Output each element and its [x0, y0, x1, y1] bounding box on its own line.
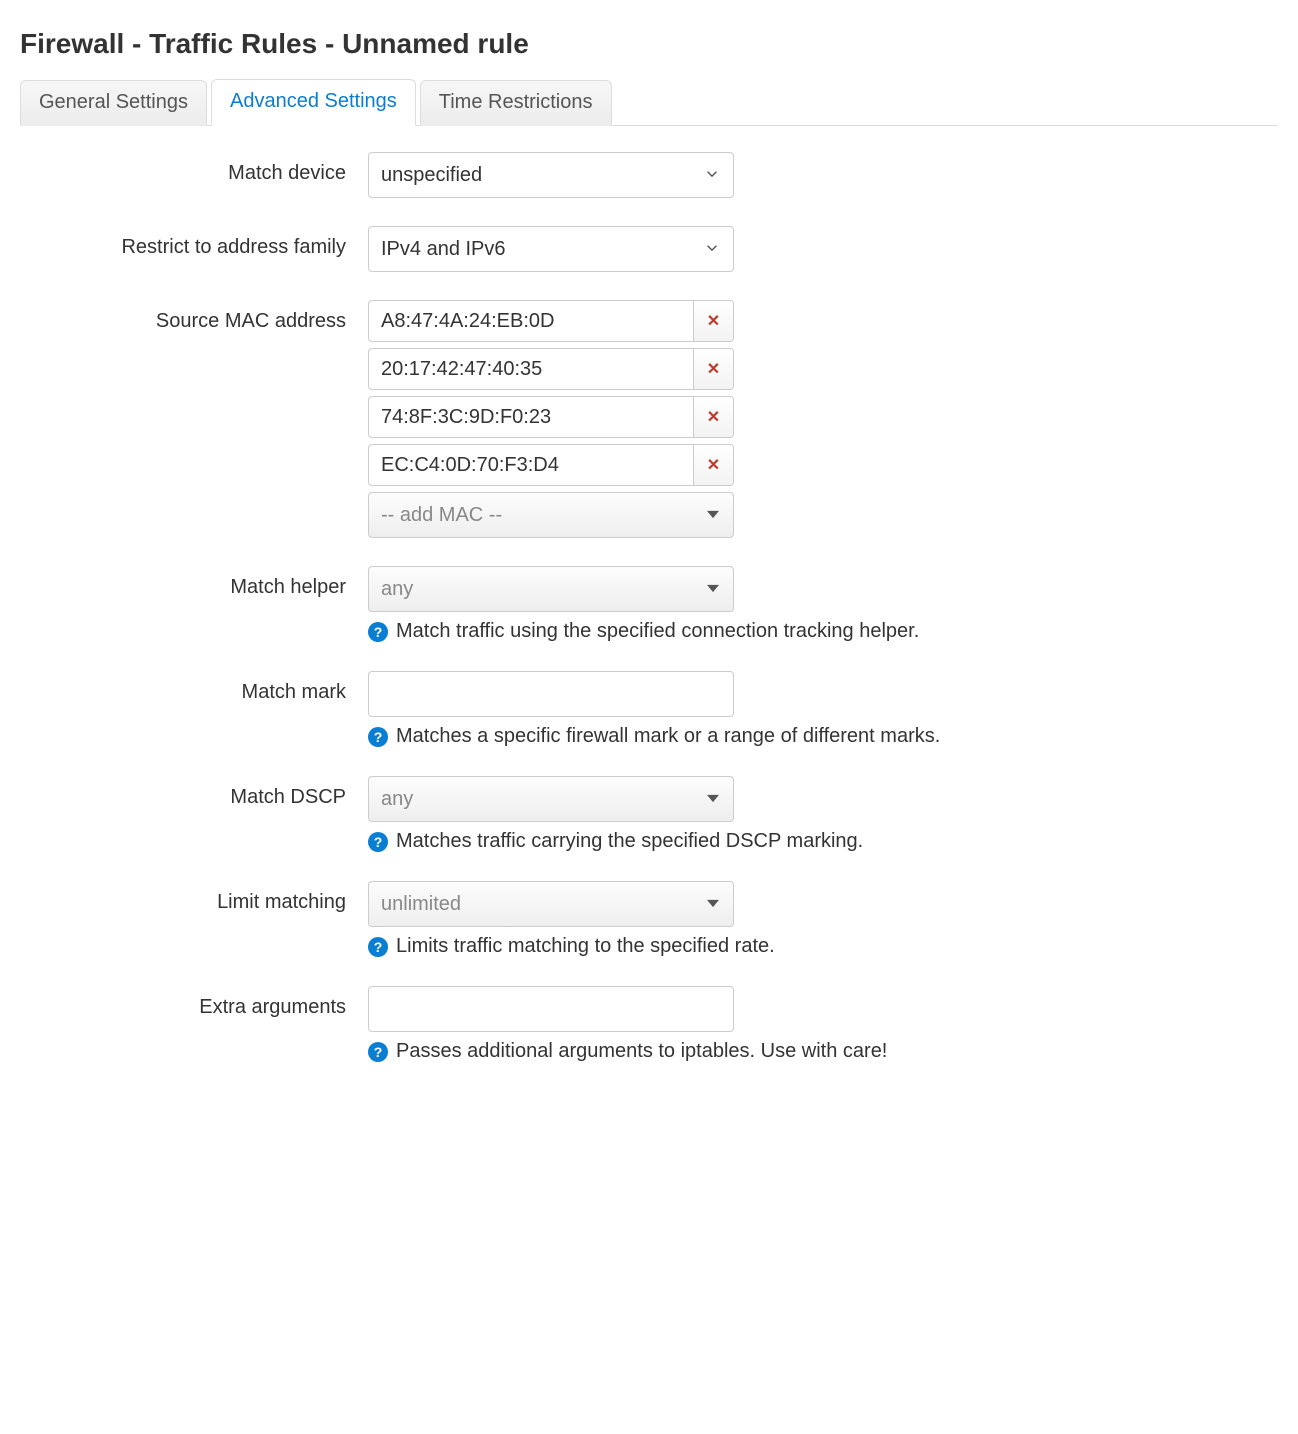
address-family-label: Restrict to address family — [20, 226, 368, 259]
extra-arguments-input[interactable] — [368, 986, 734, 1032]
add-mac-combobox[interactable]: -- add MAC -- — [368, 492, 734, 538]
mac-item-input[interactable]: EC:C4:0D:70:F3:D4 — [369, 445, 693, 485]
tabs: General Settings Advanced Settings Time … — [20, 78, 1278, 126]
match-mark-hint: ? Matches a specific firewall mark or a … — [368, 725, 1278, 748]
extra-arguments-hint: ? Passes additional arguments to iptable… — [368, 1040, 1278, 1063]
chevron-down-icon — [705, 164, 719, 187]
help-icon: ? — [368, 832, 388, 852]
close-icon: ✕ — [707, 455, 720, 475]
close-icon: ✕ — [707, 407, 720, 427]
match-dscp-hint: ? Matches traffic carrying the specified… — [368, 830, 1278, 853]
remove-mac-button[interactable]: ✕ — [693, 397, 733, 437]
caret-down-icon — [707, 788, 719, 811]
caret-down-icon — [707, 578, 719, 601]
source-mac-list: A8:47:4A:24:EB:0D✕20:17:42:47:40:35✕74:8… — [368, 300, 1278, 538]
close-icon: ✕ — [707, 311, 720, 331]
match-helper-value: any — [381, 578, 413, 601]
mac-item: EC:C4:0D:70:F3:D4 ✕ — [368, 444, 734, 486]
help-icon: ? — [368, 727, 388, 747]
match-dscp-label: Match DSCP — [20, 776, 368, 809]
address-family-select[interactable]: IPv4 and IPv6 — [368, 226, 734, 272]
match-device-label: Match device — [20, 152, 368, 185]
match-helper-select[interactable]: any — [368, 566, 734, 612]
help-icon: ? — [368, 1042, 388, 1062]
match-dscp-select[interactable]: any — [368, 776, 734, 822]
form: Match device unspecified Restrict to add… — [20, 126, 1278, 1063]
mac-item-input[interactable]: 74:8F:3C:9D:F0:23 — [369, 397, 693, 437]
caret-down-icon — [707, 893, 719, 916]
remove-mac-button[interactable]: ✕ — [693, 301, 733, 341]
mac-item: 20:17:42:47:40:35 ✕ — [368, 348, 734, 390]
mac-item: 74:8F:3C:9D:F0:23 ✕ — [368, 396, 734, 438]
tab-time-restrictions[interactable]: Time Restrictions — [420, 80, 612, 126]
add-mac-placeholder: -- add MAC -- — [381, 504, 502, 527]
match-helper-hint: ? Match traffic using the specified conn… — [368, 620, 1278, 643]
help-icon: ? — [368, 937, 388, 957]
page-title: Firewall - Traffic Rules - Unnamed rule — [20, 28, 1278, 60]
match-mark-label: Match mark — [20, 671, 368, 704]
match-device-select[interactable]: unspecified — [368, 152, 734, 198]
remove-mac-button[interactable]: ✕ — [693, 445, 733, 485]
address-family-value: IPv4 and IPv6 — [381, 238, 506, 261]
caret-down-icon — [707, 504, 719, 527]
mac-item: A8:47:4A:24:EB:0D ✕ — [368, 300, 734, 342]
limit-matching-value: unlimited — [381, 893, 461, 916]
match-helper-label: Match helper — [20, 566, 368, 599]
limit-matching-select[interactable]: unlimited — [368, 881, 734, 927]
match-dscp-value: any — [381, 788, 413, 811]
chevron-down-icon — [705, 238, 719, 261]
help-icon: ? — [368, 622, 388, 642]
limit-matching-hint: ? Limits traffic matching to the specifi… — [368, 935, 1278, 958]
tab-advanced-settings[interactable]: Advanced Settings — [211, 79, 416, 126]
source-mac-label: Source MAC address — [20, 300, 368, 333]
limit-matching-label: Limit matching — [20, 881, 368, 914]
remove-mac-button[interactable]: ✕ — [693, 349, 733, 389]
close-icon: ✕ — [707, 359, 720, 379]
mac-item-input[interactable]: A8:47:4A:24:EB:0D — [369, 301, 693, 341]
match-mark-input[interactable] — [368, 671, 734, 717]
match-device-value: unspecified — [381, 164, 482, 187]
extra-arguments-label: Extra arguments — [20, 986, 368, 1019]
mac-item-input[interactable]: 20:17:42:47:40:35 — [369, 349, 693, 389]
tab-general-settings[interactable]: General Settings — [20, 80, 207, 126]
